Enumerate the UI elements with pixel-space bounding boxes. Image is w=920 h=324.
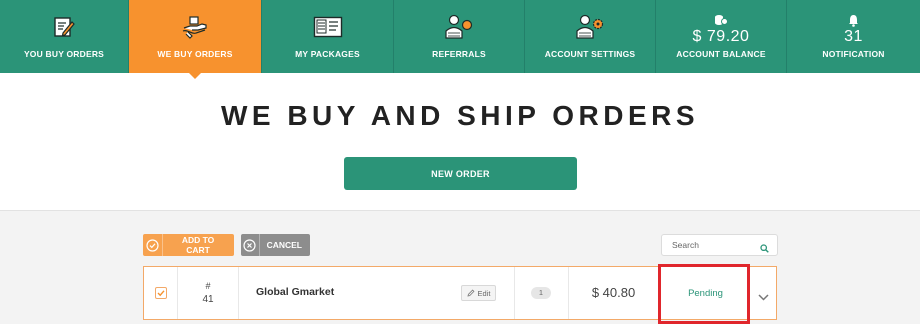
cancel-button[interactable]: CANCEL	[241, 234, 310, 256]
coins-icon	[714, 13, 728, 27]
nav-referrals[interactable]: REFERRALS	[394, 0, 525, 73]
nav-notification[interactable]: 31 NOTIFICATION	[787, 0, 920, 73]
edit-button[interactable]: Edit	[461, 285, 496, 301]
order-store-name: Global Gmarket	[256, 286, 335, 298]
search-box	[661, 234, 778, 256]
order-price: $ 40.80	[591, 285, 636, 300]
nav-label: WE BUY ORDERS	[157, 49, 233, 59]
add-to-cart-button[interactable]: ADD TO CART	[143, 234, 234, 256]
add-to-cart-label: ADD TO CART	[181, 235, 215, 255]
status-badge[interactable]: Pending	[659, 288, 752, 299]
nav-label: YOU BUY ORDERS	[23, 49, 105, 59]
search-icon[interactable]	[760, 240, 769, 258]
search-input[interactable]	[662, 235, 754, 255]
pencil-icon	[466, 289, 474, 297]
nav-account-settings[interactable]: ACCOUNT SETTINGS	[525, 0, 656, 73]
edit-label: Edit	[477, 288, 491, 298]
select-cell	[144, 267, 178, 319]
order-number-cell: # 41	[178, 267, 239, 319]
notification-count: 31	[844, 28, 863, 45]
order-number-hash: #	[205, 281, 211, 291]
user-gear-icon	[575, 14, 605, 40]
quantity-badge: 1	[531, 287, 551, 299]
nav-we-buy-orders[interactable]: WE BUY ORDERS	[129, 0, 262, 79]
chevron-down-icon[interactable]	[758, 288, 769, 306]
hand-box-icon	[180, 14, 210, 40]
close-circle-icon	[241, 234, 260, 256]
nav-label: NOTIFICATION	[822, 49, 885, 59]
pencil-paper-icon	[52, 14, 76, 40]
nav-label: ACCOUNT BALANCE	[676, 49, 766, 59]
new-order-button[interactable]: NEW ORDER	[344, 157, 577, 190]
order-checkbox[interactable]	[155, 287, 167, 299]
nav-label: MY PACKAGES	[295, 49, 360, 59]
status-cell: Pending	[659, 267, 752, 319]
nav-my-packages[interactable]: MY PACKAGES	[262, 0, 394, 73]
check-circle-icon	[143, 234, 164, 256]
nav-account-balance[interactable]: $ 79.20 ACCOUNT BALANCE	[656, 0, 787, 73]
nav-label: ACCOUNT SETTINGS	[544, 49, 636, 59]
cancel-label: CANCEL	[266, 240, 302, 250]
package-list-icon	[313, 14, 343, 40]
bell-icon	[848, 13, 859, 27]
page-title: WE BUY AND SHIP ORDERS	[220, 100, 700, 131]
account-balance-value: $ 79.20	[692, 28, 750, 45]
nav-you-buy-orders[interactable]: YOU BUY ORDERS	[0, 0, 129, 73]
expand-cell	[752, 267, 776, 319]
nav-label: REFERRALS	[432, 49, 486, 59]
quantity-cell: 1	[515, 267, 569, 319]
referral-people-icon	[444, 14, 474, 40]
orders-panel: ADD TO CART CANCEL # 41 Global Gmarket E…	[0, 210, 920, 324]
main-nav: YOU BUY ORDERS WE BUY ORDERS MY PACKAGES…	[0, 0, 920, 79]
order-row: # 41 Global Gmarket Edit 1 $ 40.80 Pendi…	[143, 266, 777, 320]
price-cell: $ 40.80	[569, 267, 659, 319]
order-name-cell: Global Gmarket Edit	[239, 267, 515, 319]
order-number: 41	[202, 294, 214, 305]
